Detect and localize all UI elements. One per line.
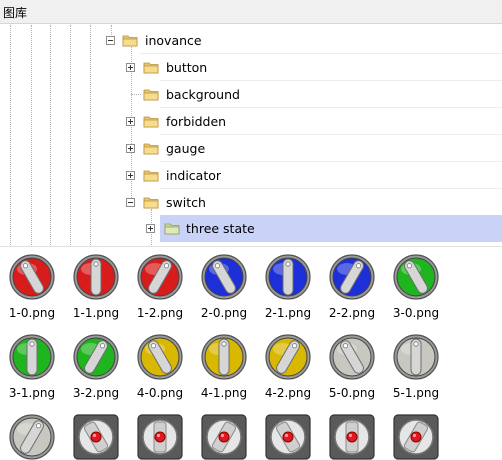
image-gallery[interactable]: 1-0.png 1-1.png 1-2.png 2-0.png 2-1.png 2-2.p… — [0, 246, 502, 460]
gallery-item[interactable]: 1-2.png — [128, 250, 192, 320]
gallery-item[interactable] — [128, 410, 192, 460]
gallery-item[interactable]: 4-0.png — [128, 330, 192, 400]
gallery-item[interactable] — [192, 410, 256, 460]
gallery-item[interactable]: 1-0.png — [0, 250, 64, 320]
window-titlebar: 图库 — [0, 0, 502, 24]
tree-node-indicator[interactable]: indicator — [0, 162, 502, 189]
gallery-item[interactable]: 2-1.png — [256, 250, 320, 320]
red-rotary-switch-icon — [137, 254, 183, 300]
tree-node-label: background — [166, 87, 240, 102]
gallery-item-caption: 3-0.png — [392, 306, 440, 320]
gallery-item[interactable]: 4-2.png — [256, 330, 320, 400]
green-rotary-switch-icon — [9, 334, 55, 380]
folder-icon — [143, 89, 159, 101]
gallery-item-caption: 2-0.png — [200, 306, 248, 320]
gallery-item-caption: 3-1.png — [8, 386, 56, 400]
yellow-rotary-switch-icon — [201, 334, 247, 380]
expand-toggle-icon[interactable] — [126, 171, 135, 180]
window-title: 图库 — [3, 6, 28, 20]
blue-rotary-switch-icon — [265, 254, 311, 300]
gallery-item[interactable] — [256, 410, 320, 460]
rotary-selector-knob-icon — [137, 414, 183, 460]
folder-icon — [143, 197, 159, 209]
folder-icon — [164, 223, 180, 235]
gallery-item[interactable]: 5-0.png — [320, 330, 384, 400]
expand-toggle-icon[interactable] — [126, 63, 135, 72]
tree-node-three-state[interactable]: three state — [0, 215, 502, 242]
gallery-item-caption: 1-2.png — [136, 306, 184, 320]
collapse-toggle-icon[interactable] — [126, 198, 135, 207]
gallery-item[interactable]: 2-0.png — [192, 250, 256, 320]
folder-icon — [143, 170, 159, 182]
tree-node-label: three state — [186, 221, 255, 236]
gallery-item[interactable]: 3-2.png — [64, 330, 128, 400]
gallery-item[interactable] — [320, 410, 384, 460]
gallery-item[interactable] — [384, 410, 448, 460]
expand-toggle-icon[interactable] — [146, 224, 155, 233]
gallery-item-caption: 5-1.png — [392, 386, 440, 400]
gallery-item[interactable]: 3-1.png — [0, 330, 64, 400]
red-rotary-switch-icon — [9, 254, 55, 300]
folder-icon — [122, 35, 138, 47]
gallery-item[interactable] — [0, 410, 64, 460]
silver-rotary-switch-icon — [329, 334, 375, 380]
tree-node-switch[interactable]: switch — [0, 189, 502, 216]
tree-node-forbidden[interactable]: forbidden — [0, 108, 502, 135]
rotary-selector-knob-icon — [73, 414, 119, 460]
tree-node-gauge[interactable]: gauge — [0, 135, 502, 162]
folder-icon — [143, 62, 159, 74]
red-rotary-switch-icon — [73, 254, 119, 300]
gallery-item[interactable]: 4-1.png — [192, 330, 256, 400]
folder-icon — [143, 143, 159, 155]
gallery-item-caption: 2-1.png — [264, 306, 312, 320]
blue-rotary-switch-icon — [329, 254, 375, 300]
collapse-toggle-icon[interactable] — [106, 36, 115, 45]
rotary-selector-knob-icon — [393, 414, 439, 460]
gallery-item-caption: 1-0.png — [8, 306, 56, 320]
gallery-item[interactable]: 3-0.png — [384, 250, 448, 320]
rotary-selector-knob-icon — [265, 414, 311, 460]
expand-toggle-icon[interactable] — [126, 144, 135, 153]
tree-node-inovance[interactable]: inovance — [0, 27, 502, 54]
tree-node-background[interactable]: background — [0, 81, 502, 108]
folder-tree[interactable]: inovance button background forbidden gauge i… — [0, 25, 502, 245]
tree-node-label: gauge — [166, 141, 206, 156]
tree-connector-line — [131, 94, 141, 95]
tree-node-label: button — [166, 60, 208, 75]
tree-node-label: inovance — [145, 33, 202, 48]
gallery-item-caption: 4-1.png — [200, 386, 248, 400]
tree-node-label: indicator — [166, 168, 222, 183]
blue-rotary-switch-icon — [201, 254, 247, 300]
gallery-item-caption: 4-2.png — [264, 386, 312, 400]
yellow-rotary-switch-icon — [137, 334, 183, 380]
silver-rotary-switch-icon — [9, 414, 55, 460]
gallery-item-caption: 1-1.png — [72, 306, 120, 320]
gallery-item[interactable]: 5-1.png — [384, 330, 448, 400]
rotary-selector-knob-icon — [329, 414, 375, 460]
silver-rotary-switch-icon — [393, 334, 439, 380]
gallery-item[interactable] — [64, 410, 128, 460]
tree-node-label: switch — [166, 195, 206, 210]
yellow-rotary-switch-icon — [265, 334, 311, 380]
green-rotary-switch-icon — [73, 334, 119, 380]
green-rotary-switch-icon — [393, 254, 439, 300]
tree-node-button[interactable]: button — [0, 54, 502, 81]
gallery-item-caption: 3-2.png — [72, 386, 120, 400]
expand-toggle-icon[interactable] — [126, 117, 135, 126]
gallery-item-caption: 2-2.png — [328, 306, 376, 320]
folder-icon — [143, 116, 159, 128]
gallery-item-caption: 5-0.png — [328, 386, 376, 400]
tree-node-label: forbidden — [166, 114, 227, 129]
rotary-selector-knob-icon — [201, 414, 247, 460]
gallery-item[interactable]: 2-2.png — [320, 250, 384, 320]
gallery-item[interactable]: 1-1.png — [64, 250, 128, 320]
gallery-item-caption: 4-0.png — [136, 386, 184, 400]
